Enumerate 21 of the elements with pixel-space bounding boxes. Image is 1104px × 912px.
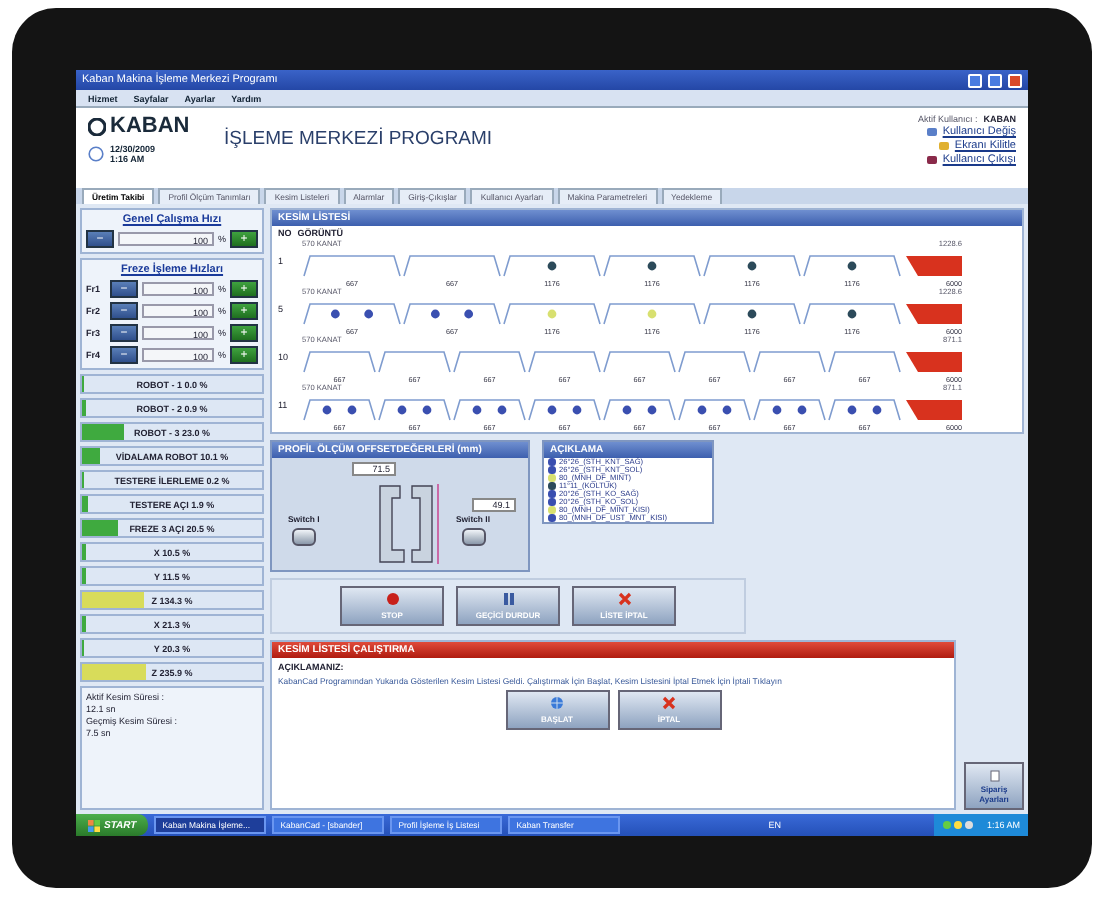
logo-icon bbox=[88, 117, 106, 135]
waste-block bbox=[906, 304, 962, 324]
cross-icon bbox=[662, 696, 676, 710]
waste-block bbox=[906, 352, 962, 372]
switch-toggle[interactable] bbox=[461, 528, 485, 546]
tray-icons bbox=[942, 820, 979, 830]
close-button[interactable] bbox=[1008, 73, 1022, 87]
maximize-button[interactable] bbox=[988, 73, 1002, 87]
clock-icon bbox=[88, 146, 104, 162]
minimize-button[interactable] bbox=[968, 73, 982, 87]
cross-icon bbox=[617, 592, 631, 606]
globe-icon bbox=[550, 696, 564, 710]
logo-text: KABAN bbox=[110, 114, 190, 138]
stop-icon bbox=[385, 592, 399, 606]
pause-icon bbox=[501, 592, 515, 606]
flag-icon bbox=[88, 819, 100, 831]
waste-block bbox=[906, 400, 962, 420]
program-title: İŞLEME MERKEZİ PROGRAMI bbox=[224, 128, 495, 154]
waste-block bbox=[906, 256, 962, 276]
switch-toggle[interactable] bbox=[291, 528, 316, 546]
document-icon bbox=[989, 769, 999, 781]
